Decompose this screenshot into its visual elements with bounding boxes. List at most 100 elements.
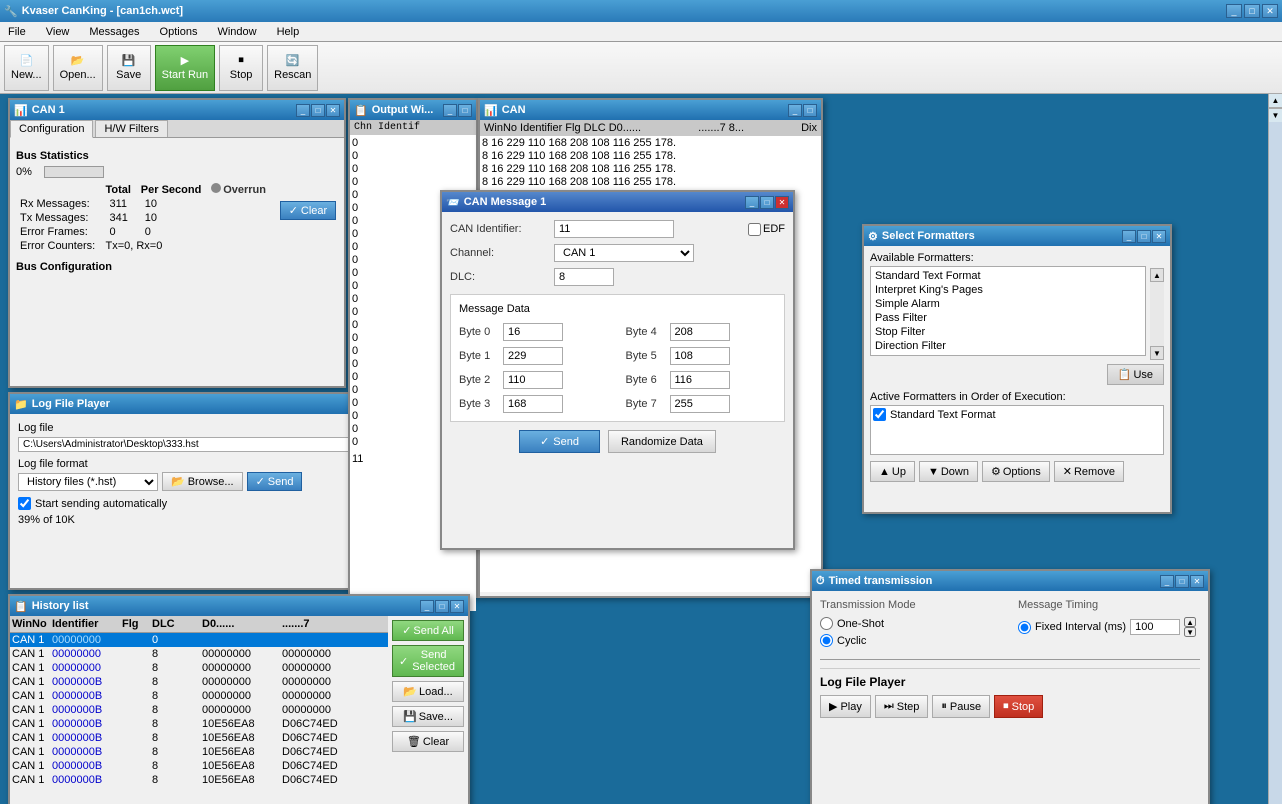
timed-close[interactable]: ✕	[1190, 575, 1204, 588]
fmt-up-button[interactable]: ▲ Up	[870, 461, 915, 482]
randomize-button[interactable]: Randomize Data	[608, 430, 716, 453]
fmt-item[interactable]: Interpret King's Pages	[873, 283, 1143, 297]
can-output-minimize[interactable]: _	[788, 104, 802, 117]
byte0-input[interactable]	[503, 323, 563, 341]
can1-close[interactable]: ✕	[326, 104, 340, 117]
menu-window[interactable]: Window	[213, 24, 260, 40]
new-button[interactable]: 📄 New...	[4, 45, 49, 91]
interval-input[interactable]	[1130, 619, 1180, 635]
can-output-titlebar[interactable]: 📊 CAN _ □	[480, 100, 821, 120]
step-button[interactable]: ⏭ Step	[875, 695, 929, 718]
table-row[interactable]: CAN 1 0000000B 8 00000000 00000000	[10, 703, 388, 717]
history-restore[interactable]: □	[435, 600, 449, 613]
fmt-down-button[interactable]: ▼ Down	[919, 461, 978, 482]
fmt-options-button[interactable]: ⚙ Options	[982, 461, 1050, 482]
send-selected-button[interactable]: ✓ Send Selected	[392, 645, 464, 677]
byte4-input[interactable]	[670, 323, 730, 341]
auto-send-checkbox[interactable]	[18, 497, 31, 510]
table-row[interactable]: CAN 1 0000000B 8 10E56EA8 D06C74ED	[10, 731, 388, 745]
dlc-input[interactable]	[554, 268, 614, 286]
clear-stats-button[interactable]: ✓ Clear	[280, 201, 337, 220]
can1-minimize[interactable]: _	[296, 104, 310, 117]
output-minimize[interactable]: _	[443, 104, 457, 117]
tab-configuration[interactable]: Configuration	[10, 120, 93, 138]
format-select[interactable]: History files (*.hst)	[18, 473, 158, 491]
can-msg-maximize[interactable]: □	[760, 196, 774, 209]
fmt-item[interactable]: Simple Alarm	[873, 297, 1143, 311]
history-close[interactable]: ✕	[450, 600, 464, 613]
edf-checkbox[interactable]	[748, 223, 761, 236]
timed-maximize[interactable]: □	[1175, 575, 1189, 588]
table-row[interactable]: CAN 1 0000000B 8 10E56EA8 D06C74ED	[10, 717, 388, 731]
can-output-restore[interactable]: □	[803, 104, 817, 117]
fmt-item[interactable]: Direction Filter	[873, 339, 1143, 353]
fmt-item[interactable]: DLL Formatter	[873, 353, 1143, 356]
fmt-remove-button[interactable]: ✕ Remove	[1054, 461, 1124, 482]
load-button[interactable]: 📂 Load...	[392, 681, 464, 702]
fixed-interval-radio[interactable]	[1018, 621, 1031, 634]
select-fmt-maximize[interactable]: □	[1137, 230, 1151, 243]
cyclic-radio[interactable]	[820, 634, 833, 647]
fmt-scrollbar-down[interactable]: ▼	[1150, 346, 1164, 360]
fmt-item[interactable]: Pass Filter	[873, 311, 1143, 325]
pause-button[interactable]: ⏸ Pause	[932, 695, 990, 718]
byte5-input[interactable]	[670, 347, 730, 365]
open-button[interactable]: 📂 Open...	[53, 45, 103, 91]
one-shot-radio[interactable]	[820, 617, 833, 630]
send-logfile-button[interactable]: ✓ Send	[247, 472, 303, 491]
rescan-button[interactable]: 🔄 Rescan	[267, 45, 318, 91]
tab-hw-filters[interactable]: H/W Filters	[95, 120, 167, 137]
active-fmt-checkbox[interactable]	[873, 408, 886, 421]
history-body[interactable]: CAN 1 00000000 0 CAN 1 00000000 8 000000…	[10, 633, 388, 804]
play-button[interactable]: ▶ Play	[820, 695, 871, 718]
fmt-list[interactable]: Standard Text Format Interpret King's Pa…	[870, 266, 1146, 356]
file-path-input[interactable]	[18, 437, 390, 452]
output-restore[interactable]: □	[458, 104, 472, 117]
table-row[interactable]: CAN 1 00000000 8 00000000 00000000	[10, 647, 388, 661]
stop-playback-button[interactable]: ⏹ Stop	[994, 695, 1043, 718]
table-row[interactable]: CAN 1 00000000 8 00000000 00000000	[10, 661, 388, 675]
interval-down[interactable]: ▼	[1184, 627, 1196, 637]
select-fmt-close[interactable]: ✕	[1152, 230, 1166, 243]
byte3-input[interactable]	[503, 395, 563, 413]
interval-up[interactable]: ▲	[1184, 617, 1196, 627]
stop-button[interactable]: ⏹ Stop	[219, 45, 263, 91]
table-row[interactable]: CAN 1 00000000 0	[10, 633, 388, 647]
table-row[interactable]: CAN 1 0000000B 8 00000000 00000000	[10, 689, 388, 703]
can-id-input[interactable]	[554, 220, 674, 238]
table-row[interactable]: CAN 1 0000000B 8 10E56EA8 D06C74ED	[10, 745, 388, 759]
save-history-button[interactable]: 💾 Save...	[392, 706, 464, 727]
menu-view[interactable]: View	[42, 24, 74, 40]
byte2-input[interactable]	[503, 371, 563, 389]
timed-minimize[interactable]: _	[1160, 575, 1174, 588]
close-app-button[interactable]: ✕	[1262, 4, 1278, 18]
menu-help[interactable]: Help	[273, 24, 304, 40]
main-scrollbar[interactable]: ▲ ▼	[1268, 94, 1282, 804]
select-fmt-titlebar[interactable]: ⚙ Select Formatters _ □ ✕	[864, 226, 1170, 246]
scrollbar-up[interactable]: ▲	[1269, 94, 1282, 108]
menu-options[interactable]: Options	[156, 24, 202, 40]
start-run-button[interactable]: ▶ Start Run	[155, 45, 215, 91]
send-all-button[interactable]: ✓ Send All	[392, 620, 464, 641]
maximize-button[interactable]: □	[1244, 4, 1260, 18]
byte1-input[interactable]	[503, 347, 563, 365]
output-titlebar[interactable]: 📋 Output Wi... _ □	[350, 100, 476, 120]
minimize-button[interactable]: _	[1226, 4, 1242, 18]
use-formatter-button[interactable]: 📋 Use	[1107, 364, 1164, 385]
can-msg-titlebar[interactable]: 📨 CAN Message 1 _ □ ✕	[442, 192, 793, 212]
can1-titlebar[interactable]: 📊 CAN 1 _ □ ✕	[10, 100, 344, 120]
can-msg-minimize[interactable]: _	[745, 196, 759, 209]
select-fmt-minimize[interactable]: _	[1122, 230, 1136, 243]
fmt-scrollbar-area[interactable]	[1150, 282, 1164, 346]
table-row[interactable]: CAN 1 0000000B 8 00000000 00000000	[10, 675, 388, 689]
browse-button[interactable]: 📂 Browse...	[162, 472, 243, 491]
channel-select[interactable]: CAN 1	[554, 244, 694, 262]
scrollbar-down[interactable]: ▼	[1269, 108, 1282, 122]
clear-history-button[interactable]: 🗑 Clear	[392, 731, 464, 752]
timed-titlebar[interactable]: ⏱ Timed transmission _ □ ✕	[812, 571, 1208, 591]
save-button[interactable]: 💾 Save	[107, 45, 151, 91]
fmt-item[interactable]: Standard Text Format	[873, 269, 1143, 283]
send-message-button[interactable]: ✓ Send	[519, 430, 600, 453]
table-row[interactable]: CAN 1 0000000B 8 10E56EA8 D06C74ED	[10, 759, 388, 773]
menu-file[interactable]: File	[4, 24, 30, 40]
